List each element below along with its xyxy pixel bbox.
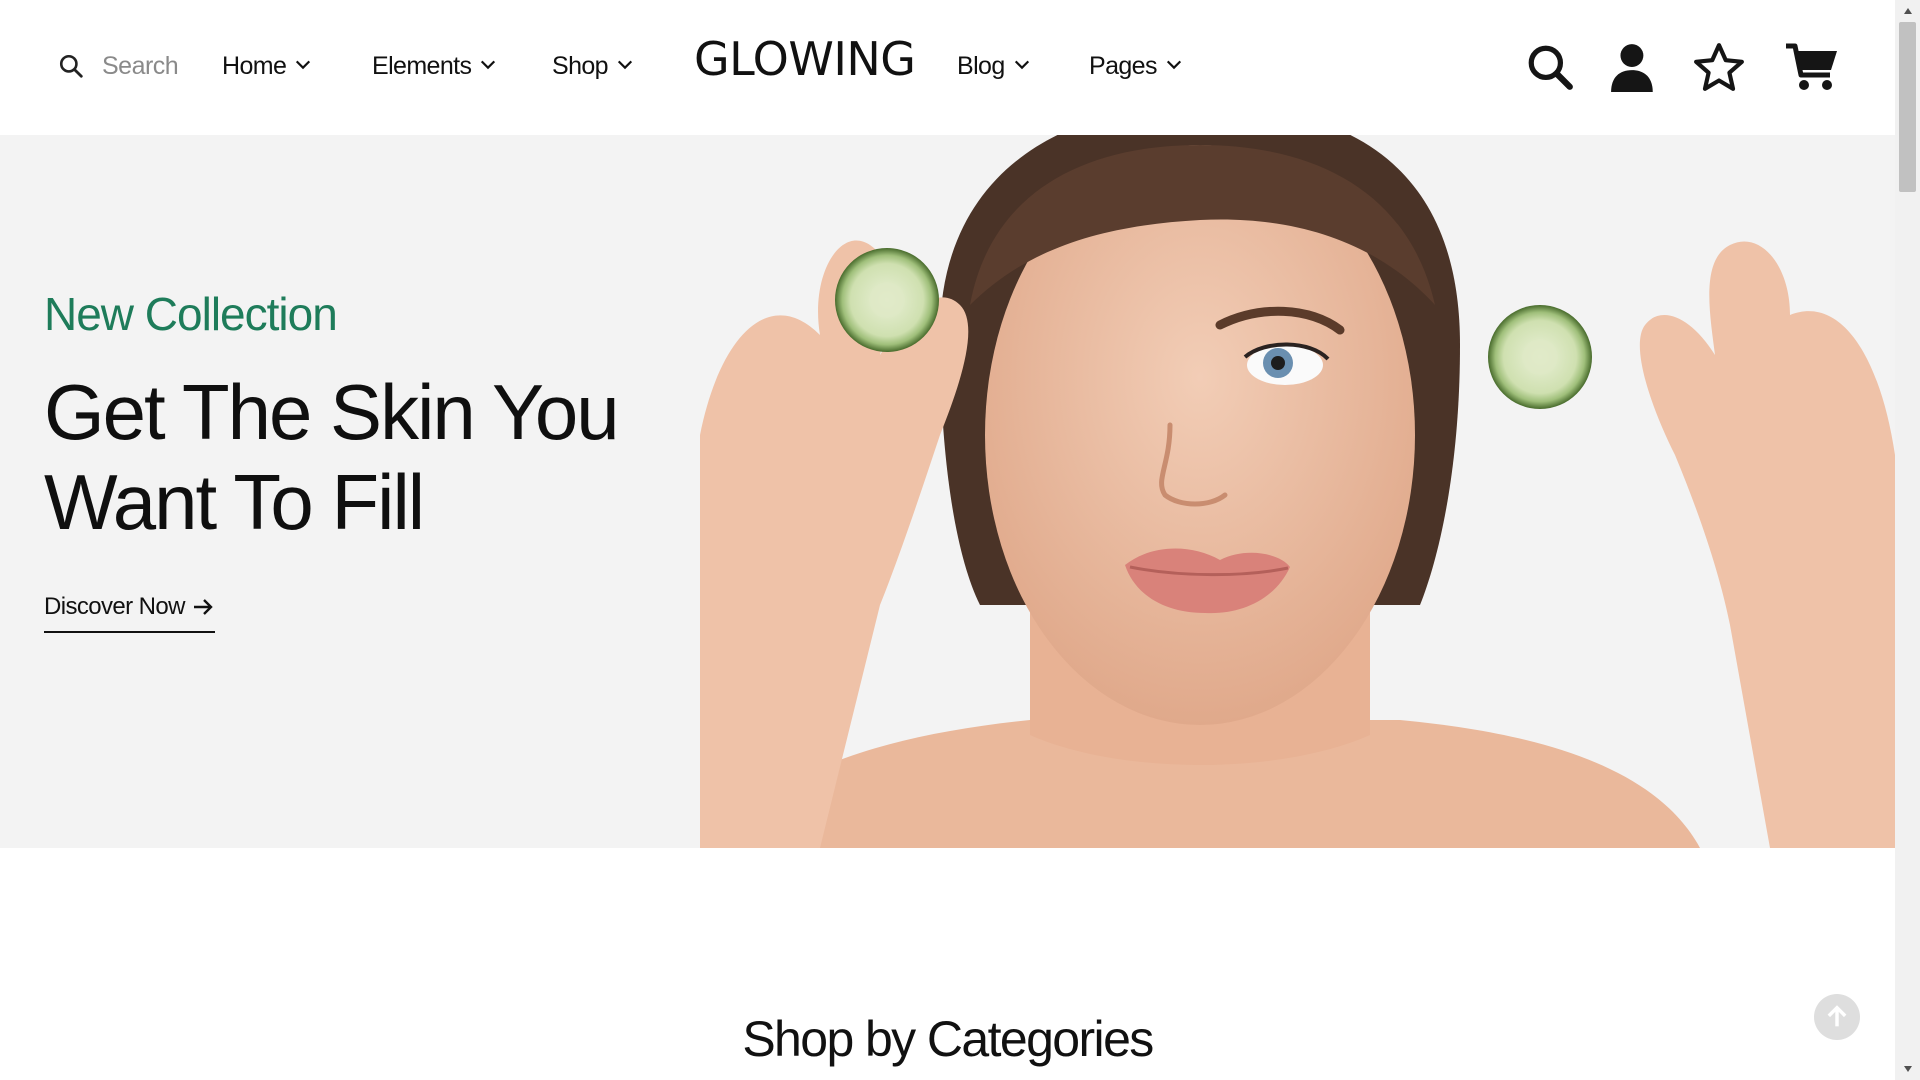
back-to-top-button[interactable]	[1814, 994, 1860, 1040]
discover-now-label: Discover Now	[44, 593, 185, 620]
page-scrollbar[interactable]	[1895, 0, 1920, 1080]
nav-blog[interactable]: Blog	[957, 48, 1031, 84]
chevron-down-icon	[1166, 60, 1181, 69]
nav-shop-label: Shop	[552, 51, 609, 80]
triangle-down-icon	[1903, 1066, 1912, 1072]
nav-home-label: Home	[222, 51, 287, 80]
hero-banner: New Collection Get The Skin You Want To …	[0, 135, 1895, 848]
arrow-right-icon	[193, 599, 213, 615]
nav-elements-label: Elements	[372, 51, 472, 80]
triangle-up-icon	[1903, 8, 1912, 14]
chevron-down-icon	[617, 60, 633, 69]
arrow-up-icon	[1827, 1005, 1847, 1027]
chevron-down-icon	[481, 60, 496, 69]
nav-elements[interactable]: Elements	[372, 48, 497, 84]
shop-by-categories-heading: Shop by Categories	[742, 1011, 1154, 1067]
search-icon	[1528, 45, 1573, 90]
account-button[interactable]	[1608, 40, 1656, 94]
hero-eyebrow: New Collection	[44, 288, 338, 340]
search-icon	[59, 54, 83, 78]
scroll-down-arrow[interactable]	[1895, 1058, 1920, 1080]
user-icon	[1611, 44, 1653, 92]
cart-button[interactable]	[1784, 40, 1840, 94]
hero-headline: Get The Skin You Want To Fill	[44, 368, 620, 546]
star-icon	[1694, 43, 1744, 91]
header-search-button[interactable]	[1524, 40, 1576, 94]
cart-icon	[1786, 43, 1837, 90]
wishlist-button[interactable]	[1693, 40, 1745, 94]
nav-shop[interactable]: Shop	[552, 48, 634, 84]
scroll-up-arrow[interactable]	[1895, 0, 1920, 22]
discover-now-link[interactable]: Discover Now	[44, 593, 215, 633]
hero-image	[700, 135, 1895, 848]
site-header: Search Home Elements Shop GLOWING Blog P…	[0, 0, 1895, 135]
chevron-down-icon	[1014, 60, 1029, 69]
site-logo[interactable]: GLOWING	[694, 32, 916, 86]
search-placeholder: Search	[102, 51, 179, 80]
chevron-down-icon	[296, 60, 311, 69]
header-search[interactable]: Search	[58, 48, 179, 84]
nav-pages-label: Pages	[1089, 51, 1157, 80]
nav-blog-label: Blog	[957, 51, 1005, 80]
nav-pages[interactable]: Pages	[1089, 48, 1183, 84]
nav-home[interactable]: Home	[222, 48, 312, 84]
scroll-thumb[interactable]	[1899, 22, 1916, 192]
